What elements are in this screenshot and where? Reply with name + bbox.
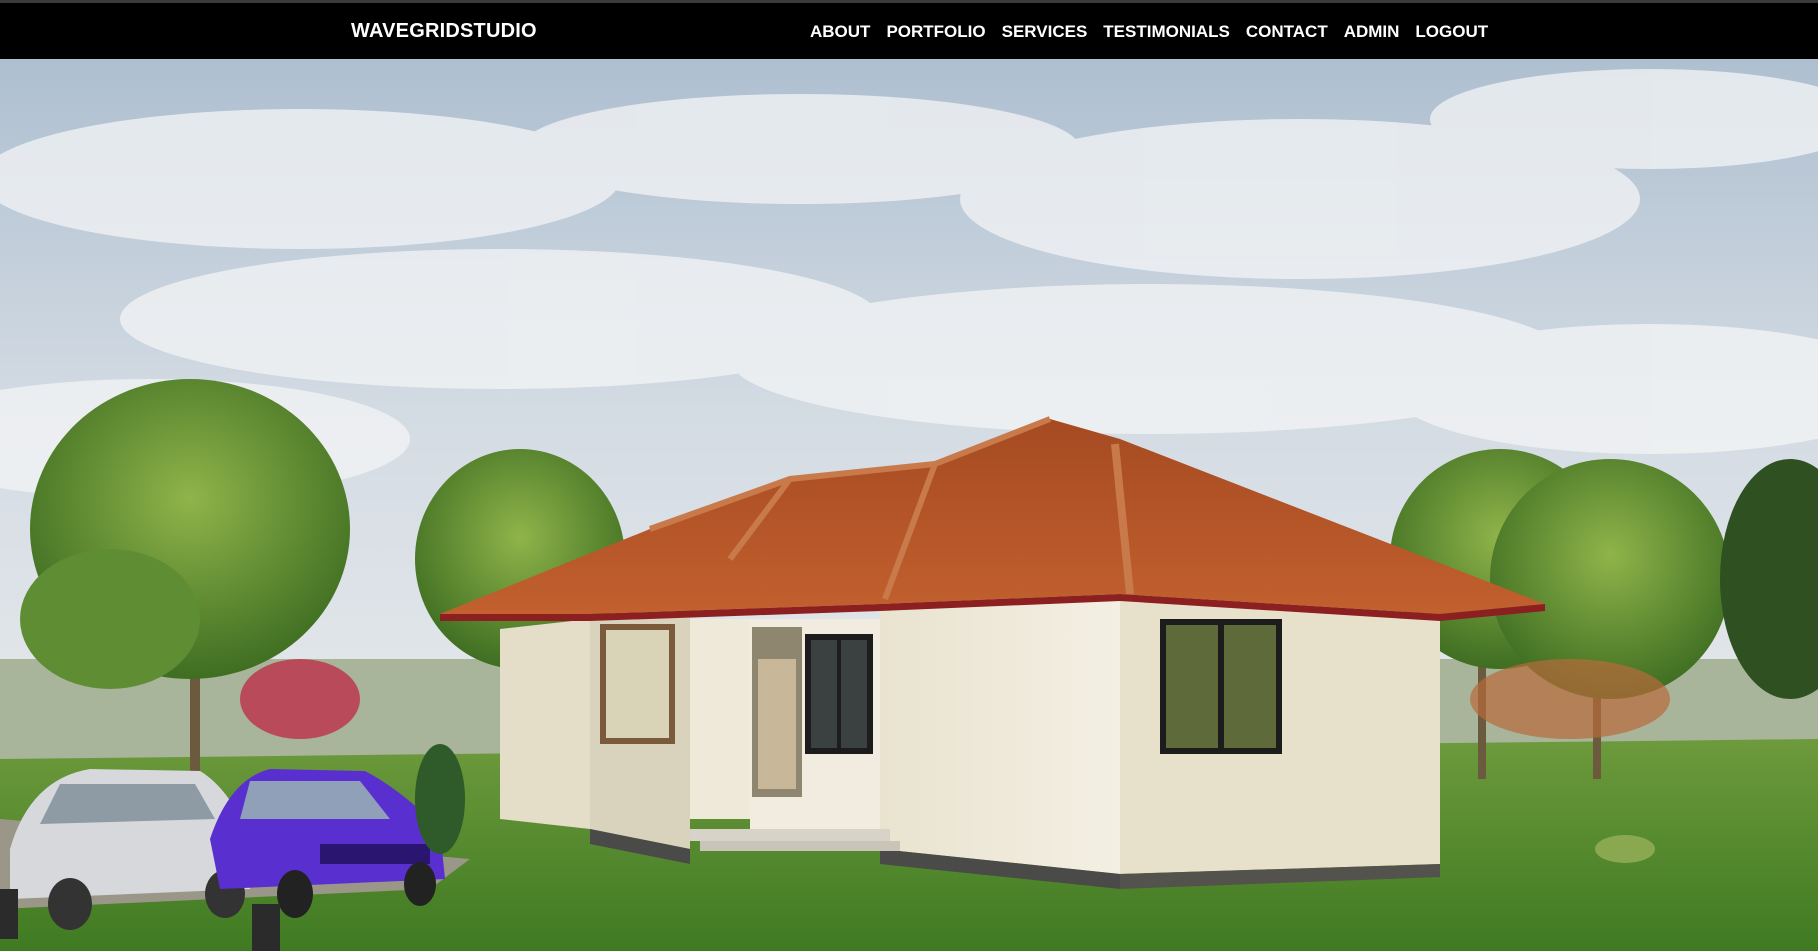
shrub: [415, 744, 465, 854]
window-left: [600, 624, 675, 744]
house-render-illustration: [0, 59, 1818, 951]
bollard-left: [0, 889, 18, 939]
doorway: [752, 627, 802, 797]
nav-menu: ABOUT PORTFOLIO SERVICES TESTIMONIALS CO…: [810, 22, 1504, 42]
nav-logout[interactable]: LOGOUT: [1415, 22, 1488, 42]
brand-logo[interactable]: WAVEGRIDSTUDIO: [351, 20, 537, 43]
nav-testimonials[interactable]: TESTIMONIALS: [1103, 22, 1230, 42]
window-right: [1160, 619, 1282, 754]
hero-image: [0, 59, 1818, 951]
nav-portfolio[interactable]: PORTFOLIO: [886, 22, 985, 42]
nav-about[interactable]: ABOUT: [810, 22, 870, 42]
window-center: [805, 634, 873, 754]
nav-admin[interactable]: ADMIN: [1344, 22, 1400, 42]
navbar: WAVEGRIDSTUDIO ABOUT PORTFOLIO SERVICES …: [0, 3, 1818, 59]
bollard: [252, 904, 280, 951]
nav-services[interactable]: SERVICES: [1002, 22, 1088, 42]
garden-shrub-right: [1595, 835, 1655, 863]
nav-contact[interactable]: CONTACT: [1246, 22, 1328, 42]
